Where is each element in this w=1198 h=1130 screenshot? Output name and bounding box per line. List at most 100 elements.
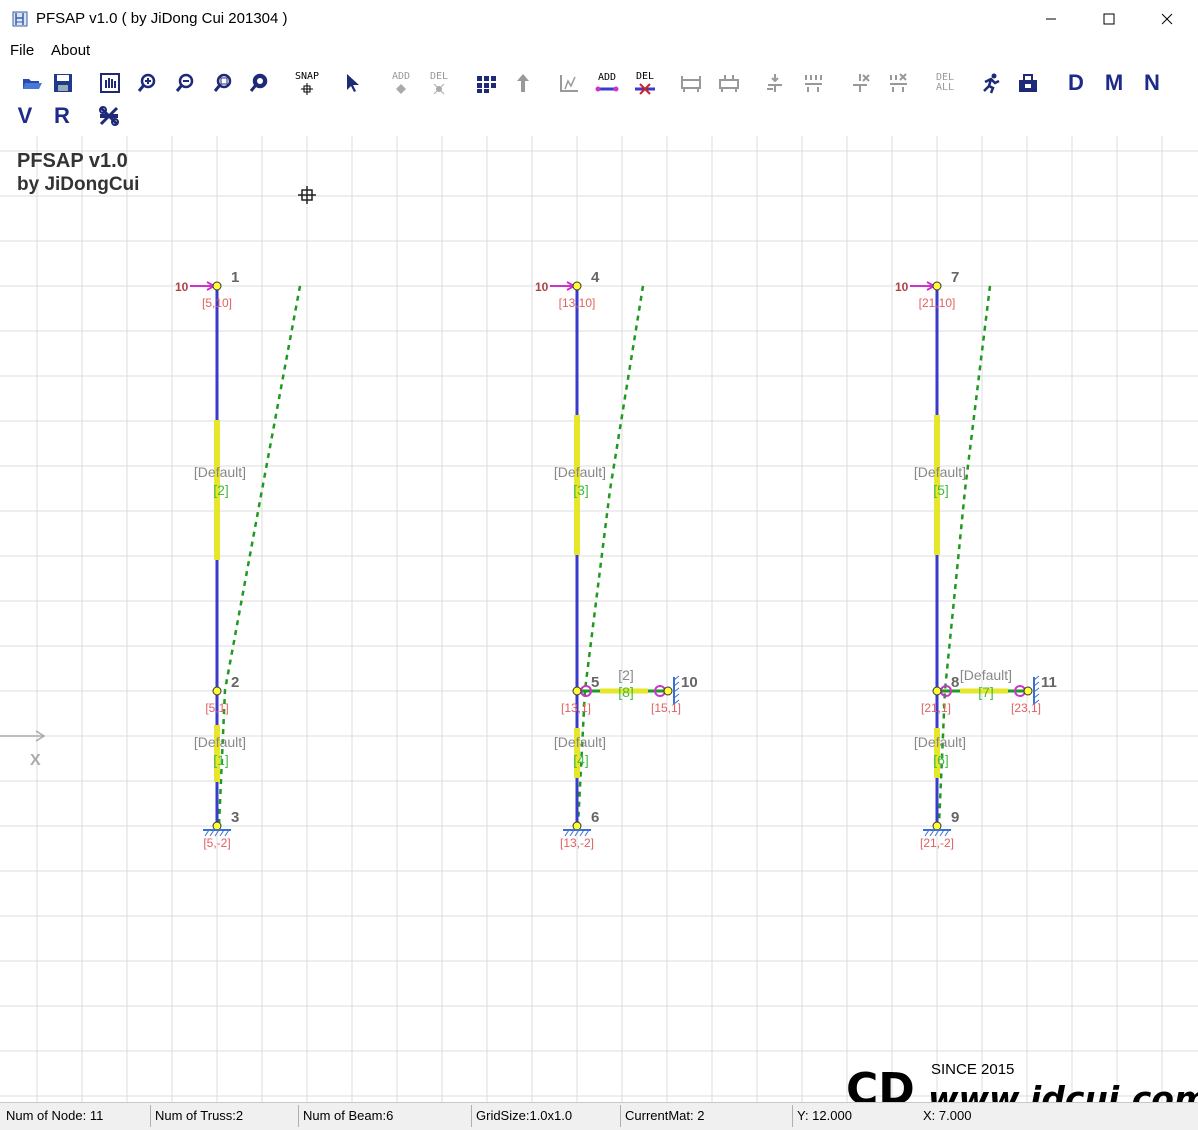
node[interactable]: [212, 686, 222, 696]
frame-1: 10 1 2 3 [5,10] [5,1] [5,-2] [Default] […: [175, 269, 302, 850]
load-arrow-icon: [910, 281, 937, 291]
snap-icon: SNAP: [294, 70, 320, 95]
section-label: [Default]: [914, 464, 966, 480]
zoom-all-button[interactable]: [244, 68, 274, 98]
logo-site: www.jdcui.com: [928, 1079, 1198, 1102]
node-coord: [21,1]: [921, 701, 951, 715]
del-element-load-icon: [890, 73, 907, 92]
minimize-button[interactable]: [1022, 0, 1080, 38]
tools-button[interactable]: [94, 101, 124, 131]
close-button[interactable]: [1138, 0, 1196, 38]
zoom-out-button[interactable]: [170, 68, 200, 98]
status-num-node: Num of Node: 11: [6, 1108, 104, 1123]
pan-button[interactable]: [95, 68, 125, 98]
analyze-button[interactable]: [976, 68, 1006, 98]
node[interactable]: [932, 821, 942, 831]
node[interactable]: [572, 281, 582, 291]
del-element-label: DEL: [635, 70, 655, 82]
node[interactable]: [932, 686, 942, 696]
element-label: [3]: [573, 482, 589, 498]
element-label: [4]: [573, 752, 589, 768]
element-label: [8]: [618, 684, 634, 700]
del-node-load-icon: [853, 74, 870, 92]
del-element-icon: DEL: [633, 70, 657, 95]
save-button[interactable]: [48, 68, 78, 98]
close-icon: [1161, 13, 1173, 25]
axial-button[interactable]: N: [1137, 68, 1167, 98]
section-label: [Default]: [554, 734, 606, 750]
move-button[interactable]: [508, 68, 538, 98]
watermark-title: PFSAP v1.0: [17, 150, 128, 172]
element-label: [6]: [933, 752, 949, 768]
status-separator: [792, 1105, 793, 1127]
reaction-button[interactable]: R: [47, 101, 77, 131]
load-arrow-icon: [550, 281, 577, 291]
section-label: [2]: [618, 667, 634, 683]
app-icon: [12, 11, 28, 27]
load-arrow-icon: [190, 281, 217, 291]
status-bar: Num of Node: 11 Num of Truss:2 Num of Be…: [0, 1102, 1198, 1130]
snap-button[interactable]: SNAP: [292, 68, 322, 98]
frame-view-button[interactable]: [554, 68, 584, 98]
del-node-load-button[interactable]: [845, 68, 875, 98]
zoom-in-button[interactable]: [132, 68, 162, 98]
support-button[interactable]: [676, 68, 706, 98]
moment-button[interactable]: M: [1099, 68, 1129, 98]
node[interactable]: [932, 281, 942, 291]
node-load-button[interactable]: [760, 68, 790, 98]
node[interactable]: [212, 281, 222, 291]
del-all-button[interactable]: DEL ALL: [930, 68, 960, 98]
add-element-icon: ADD: [595, 71, 619, 94]
del-node-button[interactable]: DEL: [424, 68, 454, 98]
frame-2: 10 4 5 6 10 [13,10] [13,1] [13,-2] [15,1…: [535, 269, 698, 850]
add-element-button[interactable]: ADD: [592, 68, 622, 98]
select-button[interactable]: [338, 68, 368, 98]
zoom-window-button[interactable]: [208, 68, 238, 98]
element-load-icon: [805, 75, 822, 92]
zoom-out-icon: [175, 73, 194, 92]
node-load-icon: [767, 74, 782, 92]
del-element-load-button[interactable]: [883, 68, 913, 98]
node[interactable]: [1023, 686, 1033, 696]
add-node-icon: ADD: [392, 71, 410, 95]
material-button[interactable]: [1013, 68, 1043, 98]
node[interactable]: [212, 821, 222, 831]
menu-file[interactable]: File: [10, 42, 34, 59]
maximize-button[interactable]: [1080, 0, 1138, 38]
node-label: 1: [231, 269, 239, 286]
open-button[interactable]: [17, 68, 47, 98]
status-separator: [150, 1105, 151, 1127]
section-label: [Default]: [914, 734, 966, 750]
node[interactable]: [572, 821, 582, 831]
status-grid-size: GridSize:1.0x1.0: [476, 1108, 573, 1123]
displacement-button[interactable]: D: [1061, 68, 1091, 98]
logo-mark: CD: [846, 1064, 915, 1102]
del-node-icon: DEL: [430, 71, 448, 95]
node-label: 9: [951, 809, 959, 826]
shear-button[interactable]: V: [10, 101, 40, 131]
del-all-icon: DEL ALL: [936, 73, 954, 93]
site-logo: CD SINCE 2015 www.jdcui.com: [846, 1061, 1198, 1102]
snap-label: SNAP: [294, 70, 320, 82]
node-coord: [21,10]: [919, 296, 956, 310]
status-separator: [471, 1105, 472, 1127]
grid-button[interactable]: [471, 68, 501, 98]
crosshair-cursor-icon: [298, 186, 316, 204]
drawing-canvas[interactable]: PFSAP v1.0 by JiDongCui X 10 1 2 3 [5,10…: [0, 136, 1198, 1102]
node-coord: [5,1]: [205, 701, 228, 715]
menu-about[interactable]: About: [51, 42, 90, 59]
node[interactable]: [572, 686, 582, 696]
add-element-label: ADD: [597, 71, 617, 83]
del-element-button[interactable]: DEL: [630, 68, 660, 98]
save-icon: [54, 74, 72, 92]
add-node-button[interactable]: ADD: [386, 68, 416, 98]
status-current-mat: CurrentMat: 2: [625, 1108, 705, 1123]
material-icon: [1019, 74, 1037, 92]
load-value: 10: [175, 280, 189, 294]
pointer-icon: [347, 74, 359, 92]
release-button[interactable]: [714, 68, 744, 98]
node[interactable]: [663, 686, 673, 696]
element-load-button[interactable]: [798, 68, 828, 98]
del-all-bottom: ALL: [935, 82, 955, 93]
axis-x-label: X: [30, 752, 41, 769]
